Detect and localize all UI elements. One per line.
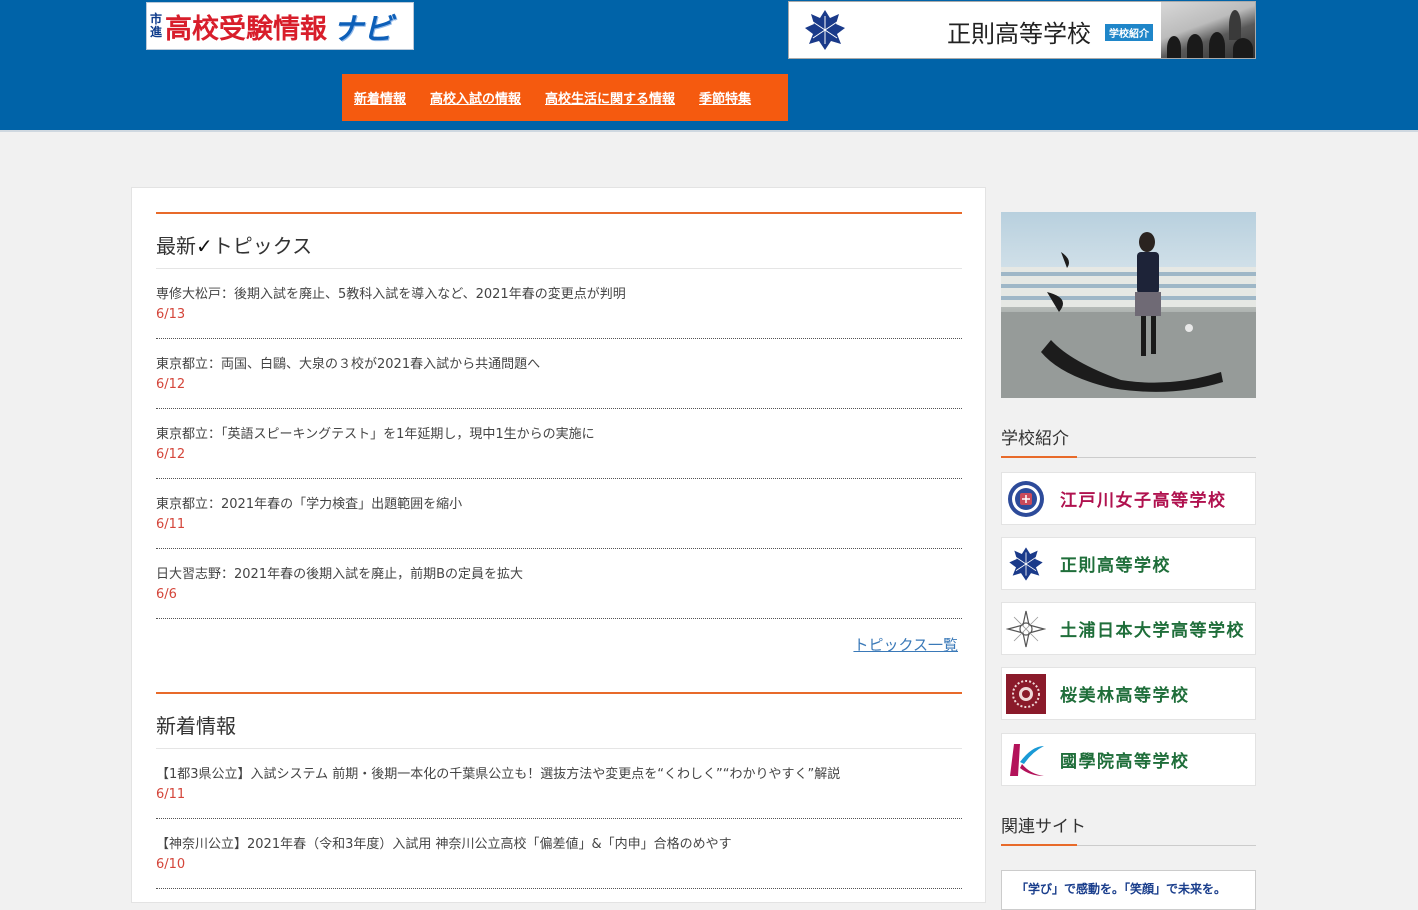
school-name[interactable]: 正則高等学校 [1060, 551, 1171, 576]
site-logo[interactable]: 市 進 高校受験情報 ナビ [146, 2, 414, 50]
main-content: 最新✓トピックス 専修大松戸：後期入試を廃止、5教科入試を導入など、2021年春… [131, 187, 986, 903]
kokugakuin-crest-icon [1010, 743, 1044, 776]
school-link-seisoku[interactable]: 正則高等学校 [1001, 537, 1256, 590]
tsuchiura-crest-icon [1006, 610, 1046, 647]
related-sites-heading: 関連サイト [1001, 812, 1256, 846]
feature-illustration [1001, 232, 1256, 398]
sidebar-feature-image[interactable] [1001, 212, 1256, 398]
site-header: 市 進 高校受験情報 ナビ 正則高等学校 学校紹介 新着情報 高校入試の情報 高… [0, 0, 1418, 132]
banner-badge: 学校紹介 [1105, 24, 1153, 41]
edogawa-crest-icon [1008, 480, 1044, 517]
nav-news[interactable]: 新着情報 [354, 88, 406, 107]
check-icon: ✓ [196, 234, 213, 258]
topics-more-link[interactable]: トピックス一覧 [853, 634, 958, 655]
school-link-kokugakuin[interactable]: 國學院高等学校 [1001, 733, 1256, 786]
seisoku-crest-icon [1009, 546, 1043, 581]
topic-item[interactable]: 東京都立：両国、白鷗、大泉の３校が2021春入試から共通問題へ 6/12 [156, 339, 962, 409]
logo-main-text: 高校受験情報 [165, 13, 328, 45]
school-name[interactable]: 江戸川女子高等学校 [1060, 486, 1227, 511]
school-name[interactable]: 土浦日本大学高等学校 [1060, 616, 1245, 641]
banner-title: 正則高等学校 [947, 20, 1091, 48]
school-link-obirin[interactable]: 桜美林高等学校 [1001, 667, 1256, 720]
news-title: 新着情報 [156, 714, 236, 738]
related-site-banner[interactable]: 「学び」で感動を。「笑顔」で未来を。 [1001, 870, 1256, 910]
seisoku-crest-icon [805, 10, 845, 50]
main-nav: 新着情報 高校入試の情報 高校生活に関する情報 季節特集 [342, 74, 788, 121]
school-name[interactable]: 國學院高等学校 [1060, 747, 1190, 772]
nav-school-life[interactable]: 高校生活に関する情報 [545, 88, 675, 107]
nav-entrance-exam[interactable]: 高校入試の情報 [430, 88, 521, 107]
school-link-tsuchiura[interactable]: 土浦日本大学高等学校 [1001, 602, 1256, 655]
topic-item[interactable]: 専修大松戸：後期入試を廃止、5教科入試を導入など、2021年春の変更点が判明 6… [156, 269, 962, 339]
news-item[interactable]: 【神奈川公立】2021年春（令和3年度）入試用 神奈川公立高校「偏差値」&「内申… [156, 819, 962, 889]
school-link-edogawa[interactable]: 江戸川女子高等学校 [1001, 472, 1256, 525]
nav-seasonal[interactable]: 季節特集 [699, 88, 751, 107]
school-banner[interactable]: 正則高等学校 学校紹介 [788, 1, 1256, 59]
logo-navi-text: ナビ [333, 12, 394, 47]
banner-photo [1161, 2, 1255, 58]
topics-title: 最新✓トピックス [156, 234, 313, 258]
topic-item[interactable]: 日大習志野：2021年春の後期入試を廃止，前期Bの定員を拡大 6/6 [156, 549, 962, 619]
topic-item[interactable]: 東京都立：2021年春の「学力検査」出題範囲を縮小 6/11 [156, 479, 962, 549]
topics-section: 最新✓トピックス 専修大松戸：後期入試を廃止、5教科入試を導入など、2021年春… [156, 212, 962, 654]
news-section: 新着情報 【1都3県公立】入試システム 前期・後期一本化の千葉県公立も！選抜方法… [156, 692, 962, 889]
obirin-crest-icon [1006, 673, 1046, 714]
news-item[interactable]: 【1都3県公立】入試システム 前期・後期一本化の千葉県公立も！選抜方法や変更点を… [156, 749, 962, 819]
school-name[interactable]: 桜美林高等学校 [1060, 681, 1190, 706]
topic-item[interactable]: 東京都立：「英語スピーキングテスト」を1年延期し，現中1生からの実施に 6/12 [156, 409, 962, 479]
school-intro-heading: 学校紹介 [1001, 424, 1256, 458]
logo-small-2: 進 [150, 25, 163, 39]
